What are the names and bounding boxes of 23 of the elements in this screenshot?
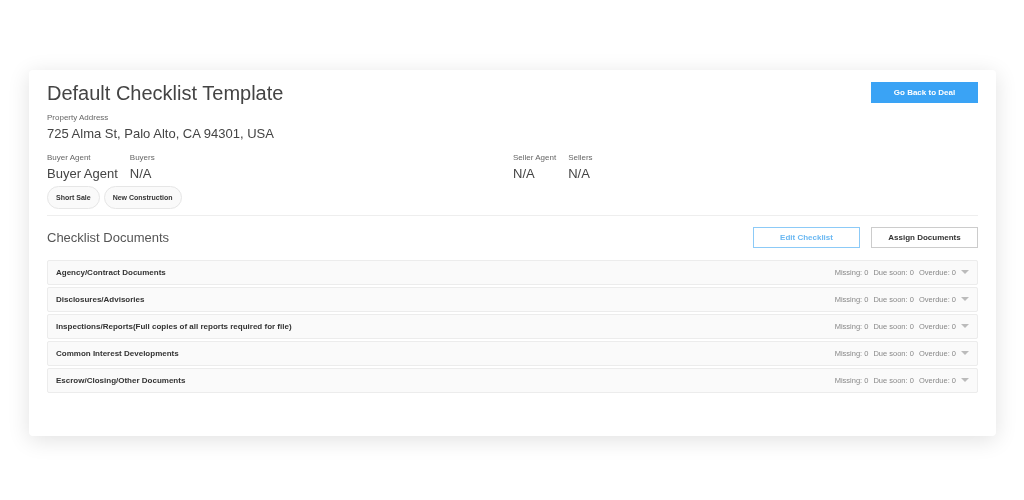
section-name: Disclosures/Advisories — [56, 295, 145, 304]
caret-icon[interactable] — [961, 351, 969, 356]
caret-icon[interactable] — [961, 324, 969, 329]
field-label: Seller Agent — [513, 153, 557, 162]
caret-icon[interactable] — [961, 297, 969, 302]
page-title: Default Checklist Template — [47, 82, 284, 105]
caret-icon[interactable] — [961, 378, 969, 383]
section-name: Common Interest Developments — [56, 349, 179, 358]
section-title: Checklist Documents — [47, 230, 170, 245]
field-value: Buyer Agent — [47, 166, 118, 181]
field-value: N/A — [513, 166, 536, 181]
field-label: Buyer Agent — [47, 153, 92, 162]
section-name: Agency/Contract Documents — [56, 268, 166, 277]
section-name: Inspections/Reports(Full copies of all reports required for file) — [56, 322, 292, 331]
field-label: Property Address — [47, 113, 110, 122]
field-value: N/A — [568, 166, 591, 181]
section-name: Escrow/Closing/Other Documents — [56, 376, 186, 385]
caret-icon[interactable] — [961, 270, 969, 275]
field-label: Sellers — [568, 153, 593, 162]
address-value: 725 Alma St, Palo Alto, CA 94301, USA — [47, 126, 275, 141]
field-value: N/A — [129, 166, 153, 181]
field-label: Buyers — [129, 153, 155, 162]
assign-documents-button[interactable]: Assign Documents — [871, 227, 978, 248]
